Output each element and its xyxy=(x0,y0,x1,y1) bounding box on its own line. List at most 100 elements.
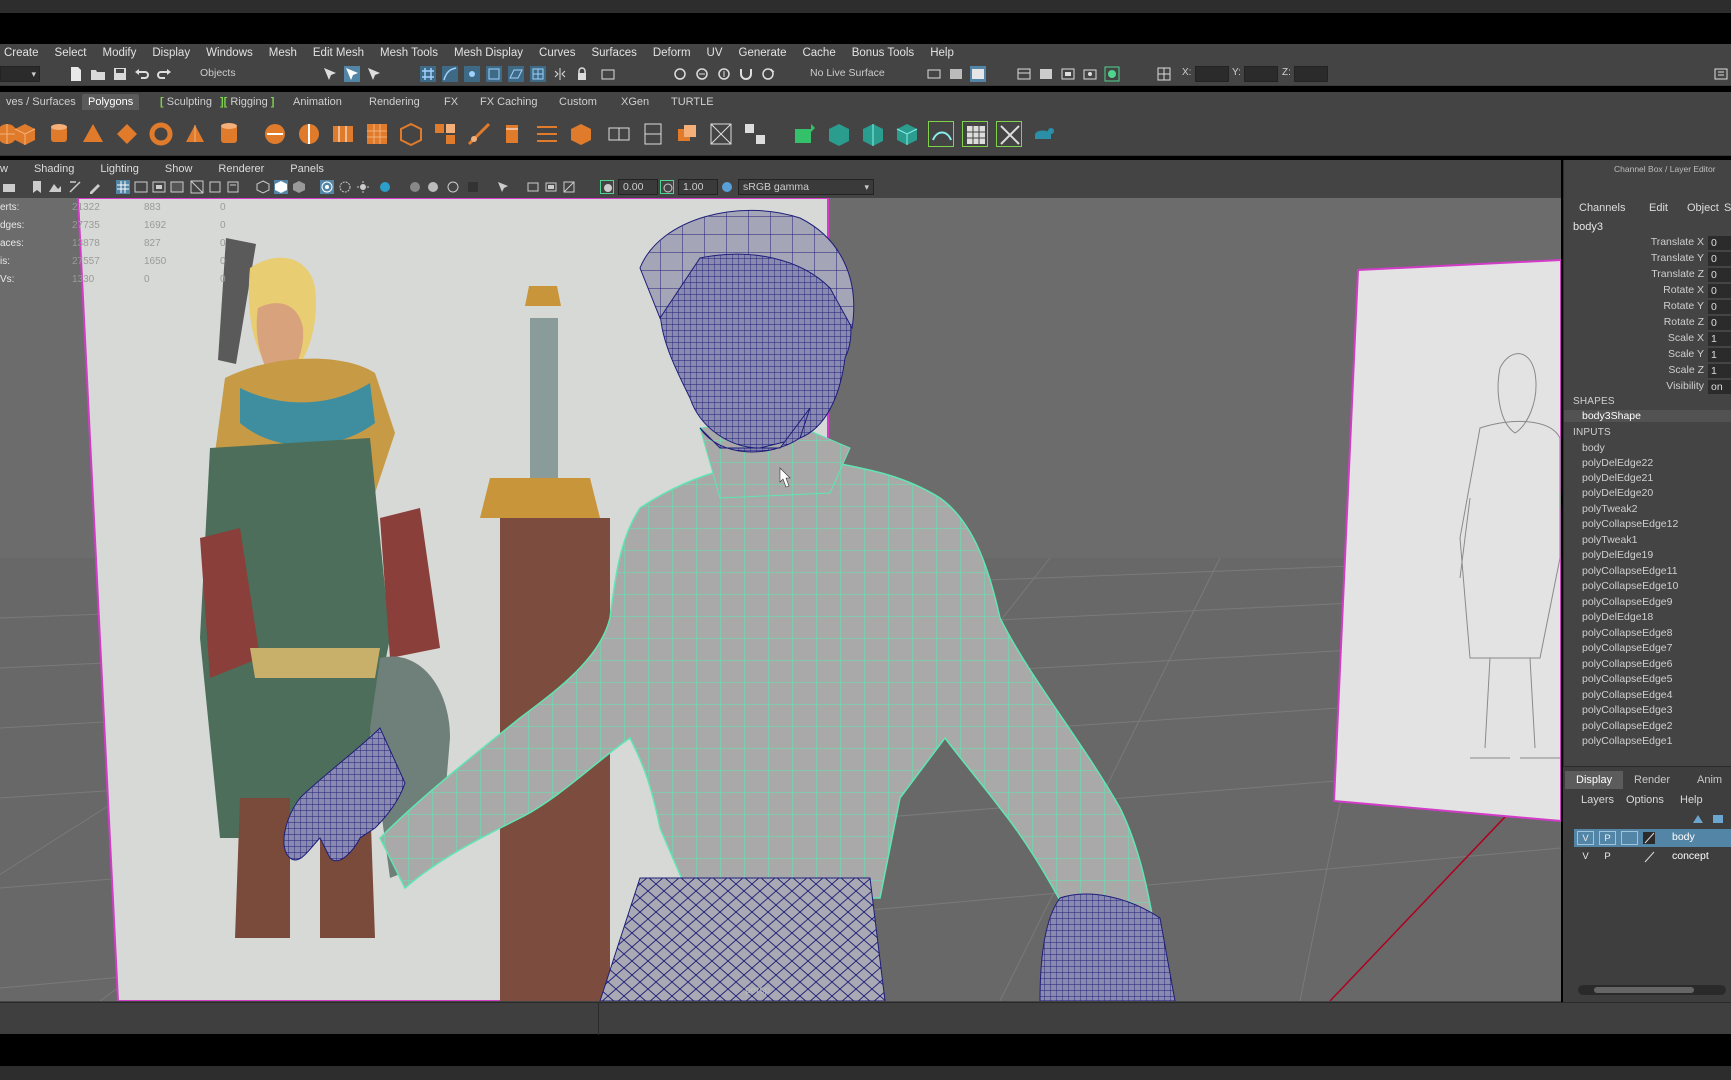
menu-view[interactable]: w xyxy=(0,163,8,175)
cylindrical-map-icon[interactable] xyxy=(860,121,886,147)
pants-mesh[interactable] xyxy=(599,877,886,1001)
sculpt-grid-icon[interactable] xyxy=(364,121,390,147)
attr-value[interactable]: 1 xyxy=(1708,348,1731,362)
input-box-icon[interactable] xyxy=(926,66,942,82)
gamma-icon[interactable] xyxy=(660,180,674,194)
attr-scale-z[interactable]: Scale Z 1 xyxy=(1564,364,1731,379)
make-live-icon[interactable] xyxy=(530,66,546,82)
uv-editor-icon[interactable] xyxy=(792,121,818,147)
tab-anim-layers[interactable]: Anim xyxy=(1686,771,1731,789)
redo-icon[interactable] xyxy=(156,66,172,82)
attr-translate-z[interactable]: Translate Z 0 xyxy=(1564,268,1731,283)
menu-object[interactable]: Object xyxy=(1687,202,1719,214)
safe-title-icon[interactable] xyxy=(226,180,240,194)
attr-value[interactable]: 0 xyxy=(1708,284,1731,298)
offset-edge-loop-icon[interactable] xyxy=(674,121,700,147)
tab-turtle[interactable]: TURTLE xyxy=(665,94,720,110)
shadows-icon[interactable] xyxy=(378,180,392,194)
append-polygon-icon[interactable] xyxy=(606,121,632,147)
combine-icon[interactable] xyxy=(262,121,288,147)
scrollbar-thumb[interactable] xyxy=(1594,987,1694,993)
attr-scale-y[interactable]: Scale Y 1 xyxy=(1564,348,1731,363)
layer-visibility-toggle[interactable]: V xyxy=(1577,850,1594,864)
tab-curves-surfaces[interactable]: ves / Surfaces xyxy=(0,94,82,110)
field-chart-icon[interactable] xyxy=(190,180,204,194)
attr-rotate-z[interactable]: Rotate Z 0 xyxy=(1564,316,1731,331)
grease-pencil-icon[interactable] xyxy=(88,180,102,194)
input-node[interactable]: polyDelEdge18 xyxy=(1582,611,1653,623)
tab-rigging[interactable]: ][ Rigging ] xyxy=(214,94,280,110)
snap-point-icon[interactable] xyxy=(464,66,480,82)
layer-editor-scrollbar[interactable] xyxy=(1578,985,1726,995)
transform-constraint-icon[interactable] xyxy=(1156,66,1172,82)
menu-display[interactable]: Display xyxy=(152,47,190,59)
output-ops-icon[interactable] xyxy=(716,66,732,82)
shape-node[interactable]: body3Shape xyxy=(1564,410,1731,422)
layer-color-swatch[interactable] xyxy=(1642,831,1659,845)
menu-uv[interactable]: UV xyxy=(707,47,723,59)
menu-help[interactable]: Help xyxy=(1680,794,1703,806)
fill-hole-icon[interactable] xyxy=(568,121,594,147)
tab-rendering[interactable]: Rendering xyxy=(363,94,426,110)
layer-name[interactable]: body xyxy=(1672,831,1695,843)
snapshot-icon[interactable] xyxy=(1082,66,1098,82)
menu-cache[interactable]: Cache xyxy=(802,47,835,59)
attr-translate-x[interactable]: Translate X 0 xyxy=(1564,236,1731,251)
select-hierarchy-icon[interactable] xyxy=(322,66,338,82)
attr-rotate-x[interactable]: Rotate X 0 xyxy=(1564,284,1731,299)
color-space-dropdown[interactable]: sRGB gamma ▾ xyxy=(738,179,874,195)
y-coord-field[interactable] xyxy=(1244,66,1278,82)
film-gate-icon[interactable] xyxy=(134,180,148,194)
smooth-shade-icon[interactable] xyxy=(274,180,288,194)
menu-mesh[interactable]: Mesh xyxy=(269,47,297,59)
live-surface-icon[interactable] xyxy=(760,66,776,82)
safe-action-icon[interactable] xyxy=(208,180,222,194)
input-node[interactable]: polyTweak1 xyxy=(1582,534,1637,546)
xray-icon[interactable] xyxy=(338,180,352,194)
planar-map-icon[interactable] xyxy=(826,121,852,147)
magnet-icon[interactable] xyxy=(738,66,754,82)
poly-torus-icon[interactable] xyxy=(148,121,174,147)
symmetry-icon[interactable] xyxy=(552,66,568,82)
tab-display-layers[interactable]: Display xyxy=(1565,771,1624,789)
attr-value[interactable]: 0 xyxy=(1708,236,1731,250)
menu-help[interactable]: Help xyxy=(930,47,954,59)
attr-value[interactable]: 1 xyxy=(1708,332,1731,346)
menu-show[interactable]: Show xyxy=(165,163,193,175)
undo-icon[interactable] xyxy=(134,66,150,82)
menu-lighting[interactable]: Lighting xyxy=(100,163,139,175)
render-current-icon[interactable] xyxy=(948,66,964,82)
menu-mesh-display[interactable]: Mesh Display xyxy=(454,47,523,59)
menu-deform[interactable]: Deform xyxy=(653,47,691,59)
input-node[interactable]: polyCollapseEdge12 xyxy=(1582,518,1678,530)
menu-windows[interactable]: Windows xyxy=(206,47,253,59)
attr-value[interactable]: on xyxy=(1708,380,1731,394)
menu-modify[interactable]: Modify xyxy=(103,47,137,59)
menu-mesh-tools[interactable]: Mesh Tools xyxy=(380,47,438,59)
lights-icon[interactable] xyxy=(356,180,370,194)
layer-playback-toggle[interactable]: P xyxy=(1599,831,1616,845)
poly-cylinder-icon[interactable] xyxy=(46,121,72,147)
viewport-3d[interactable] xyxy=(0,198,1561,1001)
input-ops-icon[interactable] xyxy=(694,66,710,82)
camera-icon[interactable] xyxy=(2,180,16,194)
menu-show[interactable]: Sh xyxy=(1724,202,1731,214)
tab-xgen[interactable]: XGen xyxy=(615,94,655,110)
layer-row-body[interactable]: V P body xyxy=(1574,829,1731,847)
bevel-icon[interactable] xyxy=(500,121,526,147)
attr-value[interactable]: 0 xyxy=(1708,268,1731,282)
input-node[interactable]: polyCollapseEdge3 xyxy=(1582,704,1672,716)
layer-name[interactable]: concept xyxy=(1672,850,1709,862)
select-mode-dropdown[interactable]: Objects xyxy=(196,66,286,82)
hypershade-icon[interactable] xyxy=(1038,66,1054,82)
select-object-icon[interactable] xyxy=(344,66,360,82)
tab-polygons[interactable]: Polygons xyxy=(82,94,140,110)
input-node[interactable]: polyCollapseEdge5 xyxy=(1582,673,1672,685)
render-frame-icon[interactable] xyxy=(600,66,616,82)
z-coord-field[interactable] xyxy=(1294,66,1328,82)
attr-value[interactable]: 0 xyxy=(1708,300,1731,314)
bridge-icon[interactable] xyxy=(432,121,458,147)
gamma-field[interactable]: 1.00 xyxy=(678,179,718,195)
multi-cut-icon[interactable] xyxy=(466,121,492,147)
grid-toggle-icon[interactable] xyxy=(116,180,130,194)
